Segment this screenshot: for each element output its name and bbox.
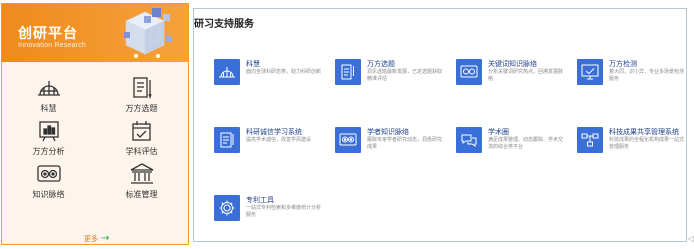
service-academic-circle[interactable]: 学术圈 满足成果整理、动态跟踪、学术交流的综合类平台 <box>456 127 574 167</box>
globe-grid-icon <box>214 59 240 85</box>
service-achievement-sharing[interactable]: 科技成果共享管理系统 科技成果的全程化机构成果一站式管理服务 <box>577 127 694 167</box>
platform-item-label: 万方分析 <box>32 147 65 156</box>
platform-item-standards-management[interactable]: 标准管理 <box>95 162 188 205</box>
platform-subtitle: Innovation Research <box>18 42 87 49</box>
service-name: 关键词知识脉络 <box>488 60 537 68</box>
service-integrity-learning[interactable]: 科研诚信学习系统 提高学术诚信，改善学风建设 <box>214 127 332 167</box>
service-description: 洞见选题最新发展，已定选题获取精准评估 <box>367 69 443 82</box>
chart-board-icon <box>35 119 63 143</box>
scholar-nodes-icon <box>335 127 361 153</box>
arrow-right-icon: → <box>101 233 110 244</box>
platform-item-analysis[interactable]: 万方分析 <box>2 119 95 162</box>
service-description: 分析关键词研究热点，回溯发展脉络 <box>488 69 564 82</box>
service-name: 专利工具 <box>246 196 274 204</box>
platform-item-label: 学科评估 <box>125 147 158 156</box>
search-screen-icon <box>456 59 482 85</box>
document-pen-icon <box>128 76 156 100</box>
platform-item-kehui[interactable]: 科慧 <box>2 76 95 119</box>
knowledge-nodes-icon <box>35 162 63 186</box>
platform-item-label: 知识脉络 <box>32 190 65 199</box>
service-description: 科技成果的全程化机构成果一站式管理服务 <box>609 137 685 150</box>
service-detection[interactable]: 万方检测 着大同，识小异，专业多场景检测服务 <box>577 59 694 99</box>
service-patent-tools[interactable]: 专利工具 一站式专利检索和多维度统计分析服务 <box>214 195 332 235</box>
chat-bubbles-icon <box>456 127 482 153</box>
more-link[interactable]: 更多 → <box>84 234 109 244</box>
innovation-platform-panel: 创研平台 Innovation Research 科慧 万方选题 万方分析 学科… <box>1 3 189 245</box>
service-description: 着大同，识小异，专业多场景检测服务 <box>609 69 685 82</box>
platform-item-label: 标准管理 <box>125 190 158 199</box>
service-description: 提高学术诚信，改善学风建设 <box>246 137 312 143</box>
document-pen-icon <box>335 59 361 85</box>
gear-icon <box>214 195 240 221</box>
service-topic-selection[interactable]: 万方选题 洞见选题最新发展，已定选题获取精准评估 <box>335 59 453 99</box>
service-name: 学术圈 <box>488 128 509 136</box>
service-name: 万方检测 <box>609 60 637 68</box>
service-kehui[interactable]: 科慧 面向全球科研态势，助力科研创新 <box>214 59 332 99</box>
service-scholar-context[interactable]: 学者知识脉络 跟踪专家学者研究动态，洞悉研究成果 <box>335 127 453 167</box>
service-description: 面向全球科研态势，助力科研创新 <box>246 69 322 75</box>
collapse-arrow-icon[interactable]: ◁ <box>688 234 694 243</box>
calendar-check-icon <box>128 119 156 143</box>
cube-illustration-icon <box>124 8 172 58</box>
service-description: 满足成果整理、动态跟踪、学术交流的综合类平台 <box>488 137 564 150</box>
platform-tools-grid: 科慧 万方选题 万方分析 学科评估 知识脉络 标准管理 <box>2 76 188 205</box>
platform-item-topic-selection[interactable]: 万方选题 <box>95 76 188 119</box>
globe-grid-icon <box>35 76 63 100</box>
service-name: 科慧 <box>246 60 260 68</box>
institution-icon <box>128 162 156 186</box>
monitor-check-icon <box>577 59 603 85</box>
book-pen-icon <box>214 127 240 153</box>
service-name: 学者知识脉络 <box>367 128 409 136</box>
platform-item-knowledge-context[interactable]: 知识脉络 <box>2 162 95 205</box>
platform-item-label: 科慧 <box>40 104 57 113</box>
service-name: 万方选题 <box>367 60 395 68</box>
research-support-panel: 研习支持服务 科慧 面向全球科研态势，助力科研创新 万方选题 洞见选题最新发展，… <box>193 8 687 242</box>
service-keyword-context[interactable]: 关键词知识脉络 分析关键词研究热点，回溯发展脉络 <box>456 59 574 99</box>
platform-header: 创研平台 Innovation Research <box>2 4 188 62</box>
panel-title: 研习支持服务 <box>194 19 254 30</box>
flowchart-icon <box>577 127 603 153</box>
service-description: 跟踪专家学者研究动态，洞悉研究成果 <box>367 137 443 150</box>
more-label: 更多 <box>84 235 98 243</box>
platform-item-label: 万方选题 <box>125 104 158 113</box>
service-name: 科技成果共享管理系统 <box>609 128 679 136</box>
platform-item-discipline-evaluation[interactable]: 学科评估 <box>95 119 188 162</box>
platform-title: 创研平台 <box>18 26 78 42</box>
service-name: 科研诚信学习系统 <box>246 128 302 136</box>
service-description: 一站式专利检索和多维度统计分析服务 <box>246 205 322 218</box>
